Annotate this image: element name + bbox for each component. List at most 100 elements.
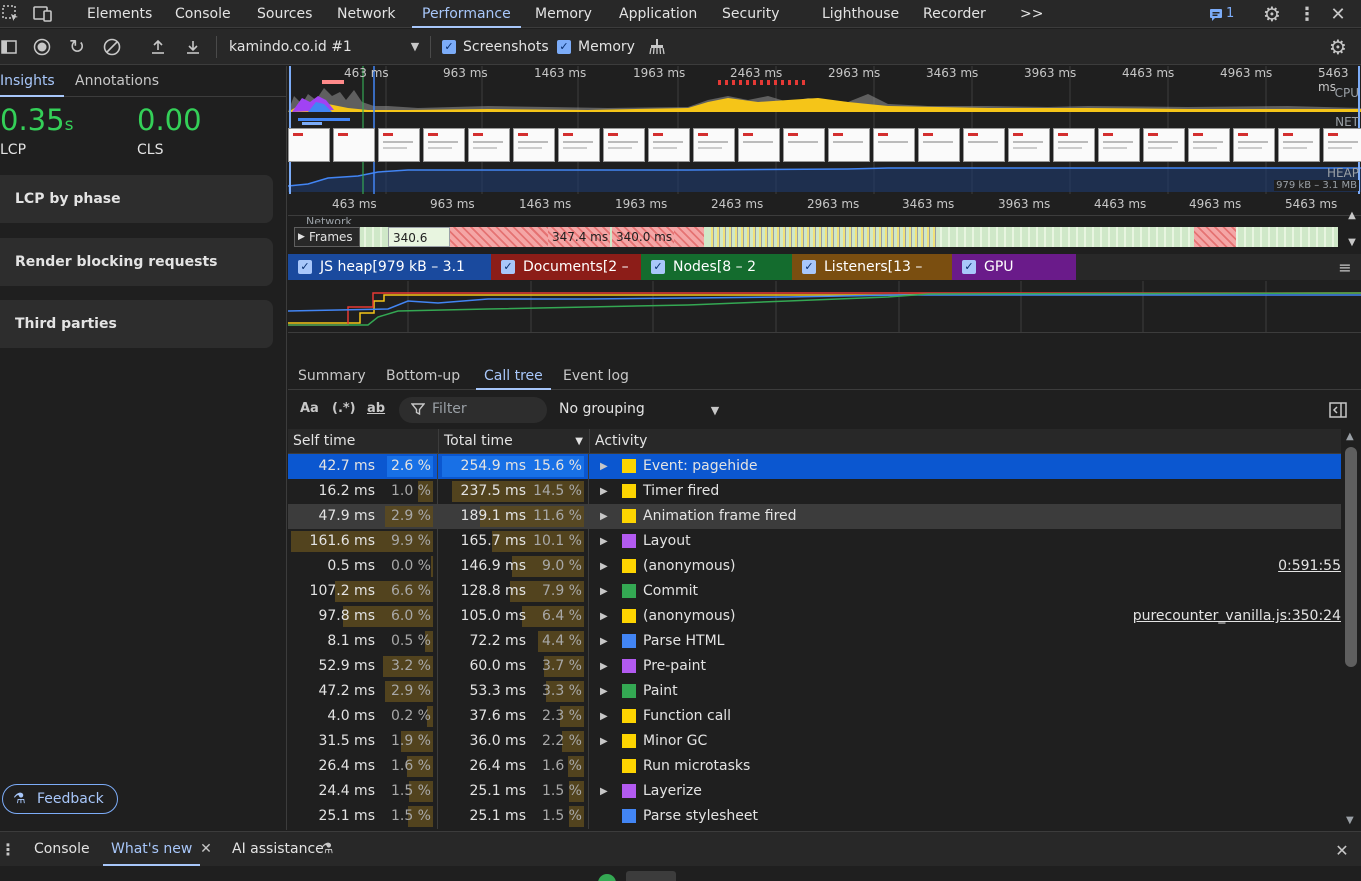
toggle-heaviest-stack-icon[interactable] (1328, 400, 1348, 420)
tab-recorder[interactable]: Recorder (923, 0, 986, 28)
expand-triangle-icon[interactable]: ▶ (600, 729, 608, 754)
tab-insights[interactable]: Insights (0, 66, 64, 97)
frame-block[interactable]: 347.4 ms (548, 227, 610, 247)
settings-icon[interactable]: ⚙ (1260, 2, 1284, 26)
network-track-label[interactable]: Network (306, 214, 352, 224)
dropped-frame[interactable] (674, 227, 704, 247)
tab-security[interactable]: Security (722, 0, 780, 28)
source-link[interactable]: purecounter_vanilla.js:350:24 (1133, 604, 1341, 629)
expand-triangle-icon[interactable]: ▶ (600, 504, 608, 529)
source-link[interactable]: 0:591:55 (1278, 554, 1341, 579)
expand-triangle-icon[interactable]: ▶ (600, 629, 608, 654)
menu-icon[interactable]: ≡ (1336, 258, 1354, 277)
issues-count[interactable]: 1 (1226, 6, 1234, 21)
expand-triangle-icon[interactable]: ▶ (600, 579, 608, 604)
chevron-down-icon[interactable]: ▼ (408, 38, 422, 54)
counter-nodes[interactable]: ✓ Nodes[8 – 2 627] (641, 254, 792, 301)
cls-value[interactable]: 0.00 (137, 103, 202, 137)
feedback-button[interactable]: ⚗ Feedback (2, 784, 118, 814)
insight-lcp-by-phase[interactable]: LCP by phase (0, 175, 273, 223)
regex-button[interactable]: (.*) (332, 401, 356, 416)
call-tree-row[interactable]: 107.2 ms 6.6 % 128.8 ms 7.9 % ▶ Commit (288, 579, 1341, 604)
call-tree-row[interactable]: 47.2 ms 2.9 % 53.3 ms 3.3 % ▶ Paint (288, 679, 1341, 704)
counter-listeners[interactable]: ✓ Listeners[13 – 102] (792, 254, 952, 301)
scroll-down-icon[interactable]: ▼ (1346, 815, 1354, 826)
expand-triangle-icon[interactable]: ▶ (600, 704, 608, 729)
nodes-checkbox[interactable]: ✓ (651, 260, 665, 274)
tab-application[interactable]: Application (619, 0, 697, 28)
tab-performance[interactable]: Performance (412, 0, 521, 28)
record-icon[interactable] (32, 37, 52, 57)
clear-icon[interactable] (102, 37, 122, 57)
scroll-up-icon[interactable]: ▲ (1346, 431, 1354, 442)
counter-js-heap[interactable]: ✓ JS heap[979 kB – 3.1 MB] (288, 254, 491, 301)
expand-triangle-icon[interactable]: ▶ (600, 779, 608, 804)
call-tree-row[interactable]: 47.9 ms 2.9 % 189.1 ms 11.6 % ▶ Animation f… (288, 504, 1341, 529)
tab-bottom-up[interactable]: Bottom-up (386, 362, 460, 390)
call-tree-row[interactable]: 52.9 ms 3.2 % 60.0 ms 3.7 % ▶ Pre-paint (288, 654, 1341, 679)
call-tree-row[interactable]: 25.1 ms 1.5 % 25.1 ms 1.5 % Parse styleshe… (288, 804, 1341, 829)
tab-console[interactable]: Console (175, 0, 231, 28)
expand-triangle-icon[interactable]: ▶ (600, 479, 608, 504)
issues-icon[interactable] (1207, 5, 1225, 23)
screenshots-checkbox[interactable]: ✓ (442, 40, 456, 54)
call-tree-row[interactable]: 97.8 ms 6.0 % 105.0 ms 6.4 % ▶ (anonymous) p… (288, 604, 1341, 629)
close-devtools-icon[interactable]: ✕ (1327, 3, 1349, 25)
memory-checkbox[interactable]: ✓ (557, 40, 571, 54)
tab-sources[interactable]: Sources (257, 0, 312, 28)
tab-network[interactable]: Network (337, 0, 395, 28)
scroll-up-icon[interactable]: ▲ (1345, 208, 1359, 222)
drawer-tab-whats-new[interactable]: What's new (103, 832, 201, 866)
chevron-down-icon[interactable]: ▼ (708, 403, 722, 417)
lcp-metric[interactable]: 0.35s (0, 103, 73, 137)
tab-summary[interactable]: Summary (298, 362, 366, 390)
close-tab-icon[interactable]: ✕ (197, 840, 215, 858)
tab-lighthouse[interactable]: Lighthouse (822, 0, 899, 28)
expand-triangle-icon[interactable]: ▶ (600, 679, 608, 704)
frames-track[interactable]: 340.6 ms 347.4 ms 340.0 ms ▶ Frames (288, 225, 1361, 249)
taskbar-app-icon[interactable] (626, 871, 676, 881)
tab-call-tree[interactable]: Call tree (476, 362, 551, 390)
dropped-frame[interactable] (450, 227, 548, 247)
taskbar-app-icon[interactable] (598, 874, 616, 881)
timeline-overview[interactable]: 463 ms 963 ms 1463 ms 1963 ms 2463 ms 29… (288, 66, 1361, 194)
garbage-collect-icon[interactable] (647, 37, 667, 57)
call-tree-row[interactable]: 26.4 ms 1.6 % 26.4 ms 1.6 % Run microtasks (288, 754, 1341, 779)
whole-word-button[interactable]: ab (367, 401, 385, 416)
drawer-tab-ai-assistance[interactable]: AI assistance (232, 832, 324, 866)
close-drawer-icon[interactable]: ✕ (1332, 840, 1352, 860)
gpu-memory-checkbox[interactable]: ✓ (962, 260, 976, 274)
expand-triangle-icon[interactable]: ▶ (600, 454, 608, 479)
capture-settings-icon[interactable]: ⚙ (1326, 35, 1350, 59)
call-tree-scrollbar[interactable]: ▲ ▼ (1341, 429, 1361, 830)
call-tree-row[interactable]: 8.1 ms 0.5 % 72.2 ms 4.4 % ▶ Parse HTML (288, 629, 1341, 654)
call-tree-row[interactable]: 31.5 ms 1.9 % 36.0 ms 2.2 % ▶ Minor GC (288, 729, 1341, 754)
call-tree-row[interactable]: 4.0 ms 0.2 % 37.6 ms 2.3 % ▶ Function call (288, 704, 1341, 729)
insight-render-blocking[interactable]: Render blocking requests (0, 238, 273, 286)
counter-documents[interactable]: ✓ Documents[2 – 5] (491, 254, 641, 301)
filter-input[interactable]: Filter (399, 397, 547, 423)
more-tabs-button[interactable]: >> (1020, 0, 1043, 28)
listeners-checkbox[interactable]: ✓ (802, 260, 816, 274)
documents-checkbox[interactable]: ✓ (501, 260, 515, 274)
call-tree-row[interactable]: 42.7 ms 2.6 % 254.9 ms 15.6 % ▶ Event: page… (288, 454, 1341, 479)
tab-event-log[interactable]: Event log (563, 362, 629, 390)
scroll-down-icon[interactable]: ▼ (1345, 235, 1359, 249)
tab-memory[interactable]: Memory (535, 0, 592, 28)
target-select[interactable]: kamindo.co.id #1 (229, 39, 352, 55)
drawer-menu-icon[interactable]: ⋮ (0, 838, 16, 860)
total-time-column[interactable]: Total time ▼ (439, 429, 590, 454)
match-case-button[interactable]: Aa (300, 401, 319, 416)
expand-triangle-icon[interactable]: ▶ (600, 654, 608, 679)
frames-track-header[interactable]: ▶ Frames (294, 227, 360, 247)
dropped-frame[interactable] (1194, 227, 1236, 247)
expand-triangle-icon[interactable]: ▶ (600, 529, 608, 554)
call-tree-row[interactable]: 24.4 ms 1.5 % 25.1 ms 1.5 % ▶ Layerize (288, 779, 1341, 804)
call-tree-row[interactable]: 16.2 ms 1.0 % 237.5 ms 14.5 % ▶ Timer fired (288, 479, 1341, 504)
tab-annotations[interactable]: Annotations (75, 66, 159, 96)
self-time-column[interactable]: Self time (288, 429, 439, 454)
activity-column[interactable]: Activity (590, 429, 1341, 454)
device-toolbar-icon[interactable] (30, 2, 56, 26)
call-tree-row[interactable]: 0.5 ms 0.0 % 146.9 ms 9.0 % ▶ (anonymous) 0:… (288, 554, 1341, 579)
memory-graph[interactable] (287, 281, 1361, 333)
